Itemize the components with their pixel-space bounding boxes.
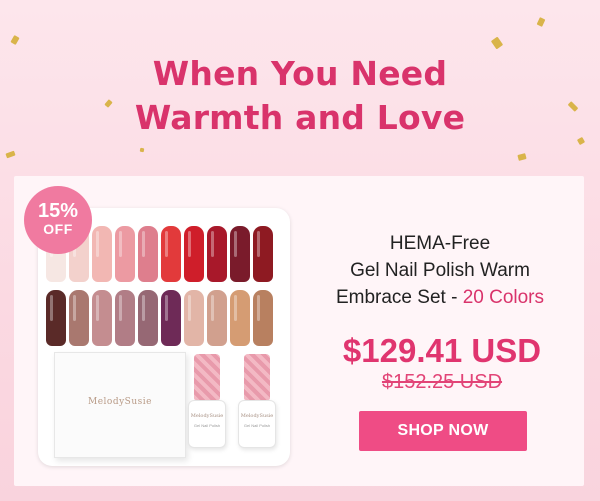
confetti-piece (10, 35, 20, 45)
shop-now-button[interactable]: SHOP NOW (359, 411, 527, 451)
polish-swatch (230, 290, 250, 346)
gift-box: MelodySusie (54, 352, 186, 458)
discount-label: OFF (43, 221, 73, 237)
polish-swatch (184, 226, 204, 282)
polish-swatch (46, 290, 66, 346)
polish-swatch (115, 290, 135, 346)
polish-swatch (184, 290, 204, 346)
polish-swatch (207, 290, 227, 346)
headline: When You Need Warmth and Love (0, 52, 600, 140)
headline-line2: Warmth and Love (134, 98, 466, 137)
polish-swatch (230, 226, 250, 282)
polish-swatch (138, 226, 158, 282)
product-title: HEMA-Free Gel Nail Polish Warm Embrace S… (300, 230, 580, 311)
sale-price: $129.41 USD (342, 332, 542, 369)
headline-line1: When You Need (152, 54, 448, 93)
original-price: $152.25 USD (381, 371, 503, 393)
polish-swatch (138, 290, 158, 346)
jar-brand: MelodySusie (240, 413, 274, 419)
confetti-piece (5, 150, 16, 159)
discount-percent: 15% (37, 200, 79, 222)
jar-sub: Gel Nail Polish (243, 423, 271, 428)
jar-brand: MelodySusie (190, 413, 224, 419)
product-title-line2: Gel Nail Polish Warm (350, 260, 530, 281)
gel-bottle-left: MelodySusie Gel Nail Polish (188, 354, 226, 448)
box-brand-logo: MelodySusie (88, 397, 152, 407)
confetti-piece (517, 153, 527, 161)
discount-badge: 15% OFF (24, 186, 92, 254)
polish-swatch (253, 290, 273, 346)
polish-swatch (92, 290, 112, 346)
swatch-row-2 (46, 290, 273, 346)
product-title-line3: Embrace Set - (335, 287, 463, 308)
product-title-line1: HEMA-Free (389, 233, 491, 254)
polish-swatch (69, 290, 89, 346)
polish-swatch (161, 290, 181, 346)
jar-sub: Gel Nail Polish (193, 423, 221, 428)
confetti-piece (139, 147, 145, 153)
polish-swatch (115, 226, 135, 282)
polish-swatch (207, 226, 227, 282)
polish-swatch (161, 226, 181, 282)
confetti-piece (490, 36, 504, 50)
gel-bottle-right: MelodySusie Gel Nail Polish (238, 354, 276, 448)
confetti-piece (536, 17, 546, 27)
polish-swatch (92, 226, 112, 282)
product-color-count: 20 Colors (462, 287, 545, 308)
polish-swatch (253, 226, 273, 282)
